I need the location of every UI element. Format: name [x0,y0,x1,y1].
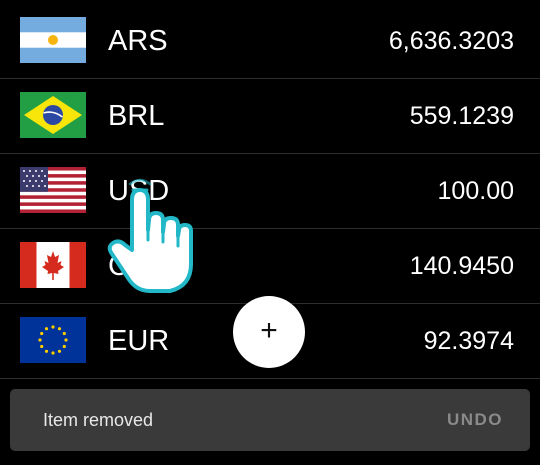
currency-code: USD [108,175,170,207]
currency-code: EUR [108,325,170,357]
brazil-flag-icon [20,92,86,138]
currency-row-usd[interactable]: USD 100.00 [0,154,540,229]
currency-amount[interactable]: 100.00 [438,154,514,229]
currency-amount[interactable]: 140.9450 [410,229,514,304]
plus-icon: + [260,314,278,347]
add-currency-button[interactable]: + [233,296,305,368]
currency-code: CAD [108,250,170,282]
eu-flag-icon [20,317,86,363]
currency-row-cad[interactable]: CAD 140.9450 [0,229,540,304]
usa-flag-icon [20,167,86,213]
currency-row-ars[interactable]: ARS 6,636.3203 [0,4,540,79]
currency-row-brl[interactable]: BRL 559.1239 [0,79,540,154]
currency-code: BRL [108,100,165,132]
currency-amount[interactable]: 559.1239 [410,79,514,154]
canada-flag-icon [20,242,86,288]
currency-amount[interactable]: 6,636.3203 [389,4,514,79]
snackbar: Item removed UNDO [10,389,530,451]
currency-code: ARS [108,25,168,57]
currency-amount[interactable]: 92.3974 [424,304,514,379]
snackbar-message: Item removed [43,410,154,430]
argentina-flag-icon [20,17,86,63]
undo-button[interactable]: UNDO [447,389,503,451]
